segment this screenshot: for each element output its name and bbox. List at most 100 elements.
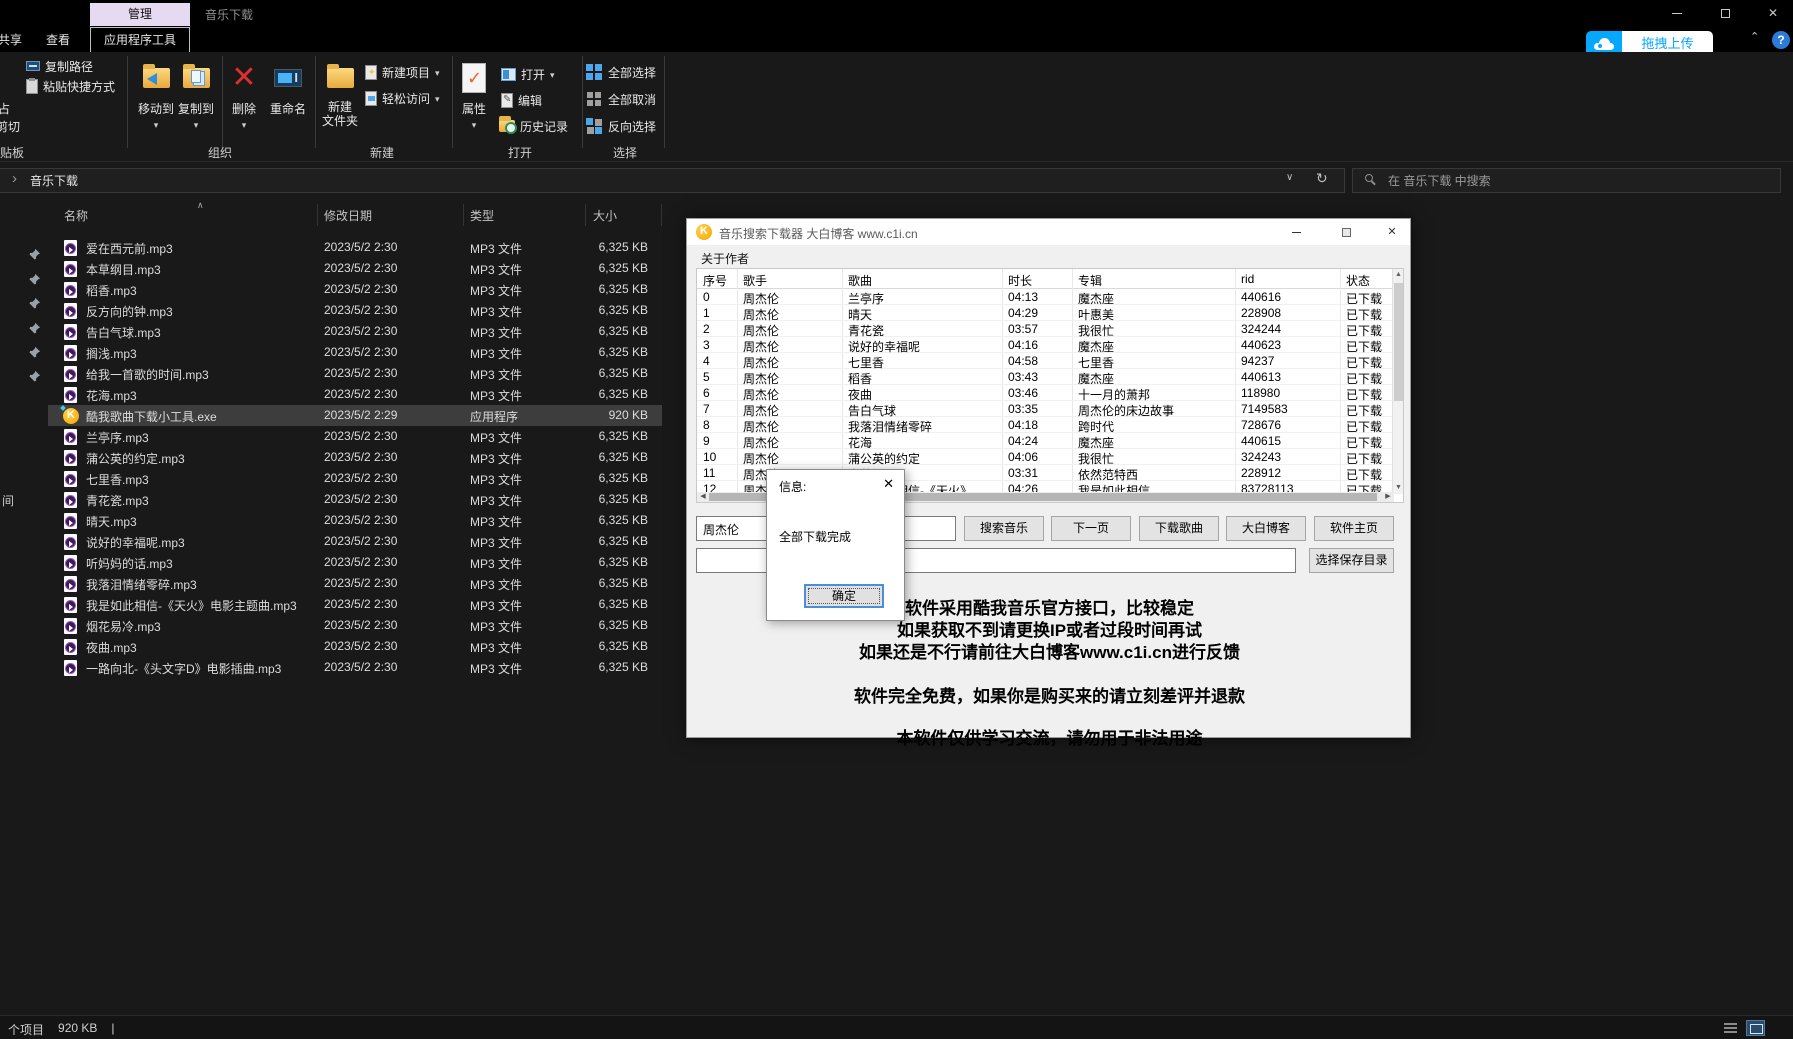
search-music-button[interactable]: 搜索音乐 bbox=[964, 516, 1044, 541]
col-duration[interactable]: 时长 bbox=[1008, 272, 1032, 289]
result-row[interactable]: 10周杰伦蒲公英的约定04:06我很忙324243已下载 bbox=[697, 449, 1394, 465]
close-button[interactable] bbox=[1756, 0, 1790, 26]
next-page-button[interactable]: 下一页 bbox=[1051, 516, 1131, 541]
file-row[interactable]: 告白气球.mp32023/5/2 2:30MP3 文件6,325 KB bbox=[48, 321, 662, 342]
tab-app-tools[interactable]: 应用程序工具 bbox=[90, 27, 190, 52]
properties-button[interactable]: 属性 bbox=[446, 56, 502, 131]
homepage-button[interactable]: 软件主页 bbox=[1314, 516, 1394, 541]
file-size: 6,325 KB bbox=[548, 492, 648, 506]
result-row[interactable]: 7周杰伦告白气球03:35周杰伦的床边故事7149583已下载 bbox=[697, 401, 1394, 417]
col-album[interactable]: 专辑 bbox=[1078, 272, 1102, 289]
file-row[interactable]: 说好的幸福呢.mp32023/5/2 2:30MP3 文件6,325 KB bbox=[48, 531, 662, 552]
cut-button[interactable]: 剪切 bbox=[0, 118, 20, 134]
file-row[interactable]: 蒲公英的约定.mp32023/5/2 2:30MP3 文件6,325 KB bbox=[48, 447, 662, 468]
menu-about-author[interactable]: 关于作者 bbox=[701, 250, 749, 267]
select-all-button[interactable]: 全部选择 bbox=[586, 64, 656, 80]
column-divider[interactable] bbox=[661, 204, 662, 226]
column-header-date[interactable]: 修改日期 bbox=[324, 207, 372, 224]
column-header-type[interactable]: 类型 bbox=[470, 207, 494, 224]
file-row[interactable]: 稻香.mp32023/5/2 2:30MP3 文件6,325 KB bbox=[48, 279, 662, 300]
file-row[interactable]: 我是如此相信-《天火》电影主题曲.mp32023/5/2 2:30MP3 文件6… bbox=[48, 594, 662, 615]
edit-button[interactable]: 编辑 bbox=[501, 92, 542, 108]
file-row[interactable]: 烟花易冷.mp32023/5/2 2:30MP3 文件6,325 KB bbox=[48, 615, 662, 636]
column-divider[interactable] bbox=[463, 204, 464, 226]
tab-share[interactable]: 共享 bbox=[0, 31, 22, 48]
file-row[interactable]: 青花瓷.mp32023/5/2 2:30MP3 文件6,325 KB bbox=[48, 489, 662, 510]
file-row[interactable]: 爱在西元前.mp32023/5/2 2:30MP3 文件6,325 KB bbox=[48, 237, 662, 258]
file-row[interactable]: 一路向北-《头文字D》电影插曲.mp32023/5/2 2:30MP3 文件6,… bbox=[48, 657, 662, 678]
large-icons-view-icon[interactable] bbox=[1746, 1020, 1765, 1036]
details-view-icon[interactable] bbox=[1721, 1020, 1740, 1036]
dialog-close-icon[interactable]: ✕ bbox=[883, 476, 894, 492]
file-row[interactable]: 七里香.mp32023/5/2 2:30MP3 文件6,325 KB bbox=[48, 468, 662, 489]
result-row[interactable]: 4周杰伦七里香04:58七里香94237已下载 bbox=[697, 353, 1394, 369]
file-row[interactable]: 反方向的钟.mp32023/5/2 2:30MP3 文件6,325 KB bbox=[48, 300, 662, 321]
col-rid[interactable]: rid bbox=[1241, 272, 1254, 286]
help-icon[interactable]: ? bbox=[1772, 31, 1790, 49]
col-index[interactable]: 序号 bbox=[703, 272, 727, 289]
result-row[interactable]: 5周杰伦稻香03:43魔杰座440613已下载 bbox=[697, 369, 1394, 385]
result-row[interactable]: 1周杰伦晴天04:29叶惠美228908已下载 bbox=[697, 305, 1394, 321]
breadcrumb[interactable]: 音乐下载 bbox=[30, 172, 78, 189]
col-artist[interactable]: 歌手 bbox=[743, 272, 767, 289]
file-row[interactable]: 晴天.mp32023/5/2 2:30MP3 文件6,325 KB bbox=[48, 510, 662, 531]
scroll-left-icon[interactable]: ◀ bbox=[697, 492, 709, 502]
address-field[interactable] bbox=[0, 168, 1345, 193]
scroll-down-icon[interactable]: ▼ bbox=[1393, 482, 1404, 494]
result-row[interactable]: 2周杰伦青花瓷03:57我很忙324244已下载 bbox=[697, 321, 1394, 337]
file-row[interactable]: 听妈妈的话.mp32023/5/2 2:30MP3 文件6,325 KB bbox=[48, 552, 662, 573]
new-item-button[interactable]: 新建项目 bbox=[365, 64, 440, 80]
dialog-ok-button[interactable]: 确定 bbox=[804, 584, 884, 608]
downloader-close-button[interactable]: ✕ bbox=[1381, 224, 1403, 241]
column-divider[interactable] bbox=[317, 204, 318, 226]
scrollbar-thumb[interactable] bbox=[1394, 283, 1403, 401]
history-button[interactable]: 历史记录 bbox=[499, 118, 568, 134]
choose-save-dir-button[interactable]: 选择保存目录 bbox=[1309, 548, 1394, 573]
paste-shortcut-button[interactable]: 粘贴快捷方式 bbox=[26, 78, 115, 94]
scroll-up-icon[interactable]: ▲ bbox=[1393, 269, 1404, 281]
maximize-button[interactable] bbox=[1708, 0, 1742, 26]
rename-button[interactable]: 重命名 bbox=[260, 56, 316, 117]
file-row[interactable]: 我落泪情绪零碎.mp32023/5/2 2:30MP3 文件6,325 KB bbox=[48, 573, 662, 594]
select-none-button[interactable]: 全部取消 bbox=[586, 91, 656, 107]
copy-path-button[interactable]: 复制路径 bbox=[26, 58, 93, 74]
open-button[interactable]: 打开 bbox=[501, 66, 555, 82]
result-row[interactable]: 3周杰伦说好的幸福呢04:16魔杰座440623已下载 bbox=[697, 337, 1394, 353]
invert-selection-button[interactable]: 反向选择 bbox=[586, 118, 656, 134]
file-row[interactable]: 酷我歌曲下载小工具.exe2023/5/2 2:29应用程序920 KB bbox=[48, 405, 662, 426]
downloader-titlebar[interactable]: 音乐搜索下载器 大白博客 www.c1i.cn ✕ bbox=[687, 219, 1410, 245]
column-header-size[interactable]: 大小 bbox=[593, 207, 617, 224]
col-status[interactable]: 状态 bbox=[1346, 272, 1370, 289]
easy-access-button[interactable]: 轻松访问 bbox=[365, 90, 440, 106]
minimize-button[interactable] bbox=[1660, 0, 1694, 26]
ribbon-collapse-icon[interactable]: ⌃ bbox=[1750, 30, 1759, 43]
result-row[interactable]: 8周杰伦我落泪情绪零碎04:18跨时代728676已下载 bbox=[697, 417, 1394, 433]
new-folder-button[interactable]: 新建 文件夹 bbox=[312, 56, 368, 128]
blog-button[interactable]: 大白博客 bbox=[1226, 516, 1306, 541]
scroll-right-icon[interactable]: ▶ bbox=[1382, 492, 1394, 502]
address-dropdown-icon[interactable]: ∨ bbox=[1286, 172, 1293, 183]
file-date: 2023/5/2 2:30 bbox=[324, 513, 397, 527]
file-date: 2023/5/2 2:30 bbox=[324, 492, 397, 506]
column-divider[interactable] bbox=[585, 204, 586, 226]
file-row[interactable]: 本草纲目.mp32023/5/2 2:30MP3 文件6,325 KB bbox=[48, 258, 662, 279]
file-row[interactable]: 兰亭序.mp32023/5/2 2:30MP3 文件6,325 KB bbox=[48, 426, 662, 447]
downloader-minimize-button[interactable] bbox=[1285, 224, 1307, 241]
column-header-name[interactable]: 名称 bbox=[64, 207, 88, 224]
sort-ascending-icon: ∧ bbox=[197, 200, 204, 211]
file-row[interactable]: 花海.mp32023/5/2 2:30MP3 文件6,325 KB bbox=[48, 384, 662, 405]
paste-button-fragment[interactable]: 占 bbox=[0, 100, 10, 116]
vertical-scrollbar[interactable]: ▲ ▼ bbox=[1392, 269, 1403, 494]
file-row[interactable]: 给我一首歌的时间.mp32023/5/2 2:30MP3 文件6,325 KB bbox=[48, 363, 662, 384]
downloader-maximize-button[interactable] bbox=[1335, 224, 1357, 241]
file-row[interactable]: 搁浅.mp32023/5/2 2:30MP3 文件6,325 KB bbox=[48, 342, 662, 363]
result-row[interactable]: 9周杰伦花海04:24魔杰座440615已下载 bbox=[697, 433, 1394, 449]
tab-view[interactable]: 查看 bbox=[46, 31, 70, 48]
contextual-tab-manage[interactable]: 管理 bbox=[90, 3, 190, 26]
download-songs-button[interactable]: 下载歌曲 bbox=[1139, 516, 1219, 541]
file-row[interactable]: 夜曲.mp32023/5/2 2:30MP3 文件6,325 KB bbox=[48, 636, 662, 657]
refresh-icon[interactable]: ↻ bbox=[1316, 170, 1328, 187]
result-row[interactable]: 0周杰伦兰亭序04:13魔杰座440616已下载 bbox=[697, 289, 1394, 305]
col-song[interactable]: 歌曲 bbox=[848, 272, 872, 289]
result-row[interactable]: 6周杰伦夜曲03:46十一月的萧邦118980已下载 bbox=[697, 385, 1394, 401]
